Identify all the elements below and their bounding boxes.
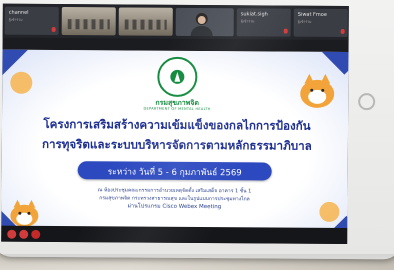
venue-line-3: ผ่านโปรแกรม Cisco Webex Meeting	[127, 203, 222, 211]
shared-presentation: กรมสุขภาพจิต DEPARTMENT OF MENTAL HEALTH…	[1, 49, 349, 239]
participant-name: sukiat.sigh	[240, 11, 268, 18]
table-shadow	[0, 254, 394, 270]
end-call-icon[interactable]	[31, 229, 41, 239]
microphone-muted-icon	[51, 26, 56, 33]
photo-scene: channel ผู้เข้าร่วม sukiat.sigh ผู้เข้าร…	[0, 0, 394, 270]
participant-tile-active-speaker[interactable]	[175, 7, 234, 37]
date-banner: ระหว่าง วันที่ 5 - 6 กุมภาพันธ์ 2569	[77, 161, 272, 181]
tablet-device: channel ผู้เข้าร่วม sukiat.sigh ผู้เข้าร…	[0, 0, 394, 260]
participant-face	[197, 15, 206, 25]
logo-subtext: DEPARTMENT OF MENTAL HEALTH	[143, 106, 211, 112]
slide-decoration-blob	[10, 71, 33, 94]
participant-body	[190, 25, 213, 37]
slide-decoration-blob	[319, 201, 340, 222]
microphone-muted-icon[interactable]	[7, 229, 17, 239]
microphone-muted-icon	[340, 28, 345, 35]
webex-meeting-screen: channel ผู้เข้าร่วม sukiat.sigh ผู้เข้าร…	[1, 3, 349, 245]
cat-mascot-icon	[298, 72, 338, 112]
slide-title-line-2: การทุจริตและระบบบริหารจัดการตามหลักธรรมา…	[41, 136, 312, 153]
participant-status: ผู้เข้าร่วม	[8, 17, 23, 22]
participant-status: ผู้เข้าร่วม	[297, 19, 312, 24]
home-button-icon[interactable]	[358, 93, 376, 111]
meeting-control-bar	[1, 225, 348, 245]
meeting-room-video	[124, 19, 167, 30]
participant-tile[interactable]: Siwat Fmoe ผู้เข้าร่วม	[293, 8, 348, 38]
video-off-icon[interactable]	[19, 229, 29, 239]
participant-tile[interactable]	[118, 7, 173, 36]
participant-name: Siwat Fmoe	[297, 11, 327, 18]
participant-name: channel	[8, 9, 29, 16]
ministry-logo-icon	[157, 56, 198, 97]
participant-tile[interactable]: channel ผู้เข้าร่วม	[4, 6, 59, 36]
participant-status: ผู้เข้าร่วม	[240, 19, 255, 24]
participant-tile[interactable]	[61, 7, 116, 36]
date-text: ระหว่าง วันที่ 5 - 6 กุมภาพันธ์ 2569	[107, 167, 242, 179]
slide-title-line-1: โครงการเสริมสร้างความเข้มแข็งของกลไกการป…	[43, 116, 311, 133]
microphone-muted-icon	[283, 28, 288, 34]
meeting-room-video	[67, 19, 110, 30]
participant-tile[interactable]: sukiat.sigh ผู้เข้าร่วม	[236, 8, 291, 37]
participant-strip: channel ผู้เข้าร่วม sukiat.sigh ผู้เข้าร…	[2, 3, 349, 41]
